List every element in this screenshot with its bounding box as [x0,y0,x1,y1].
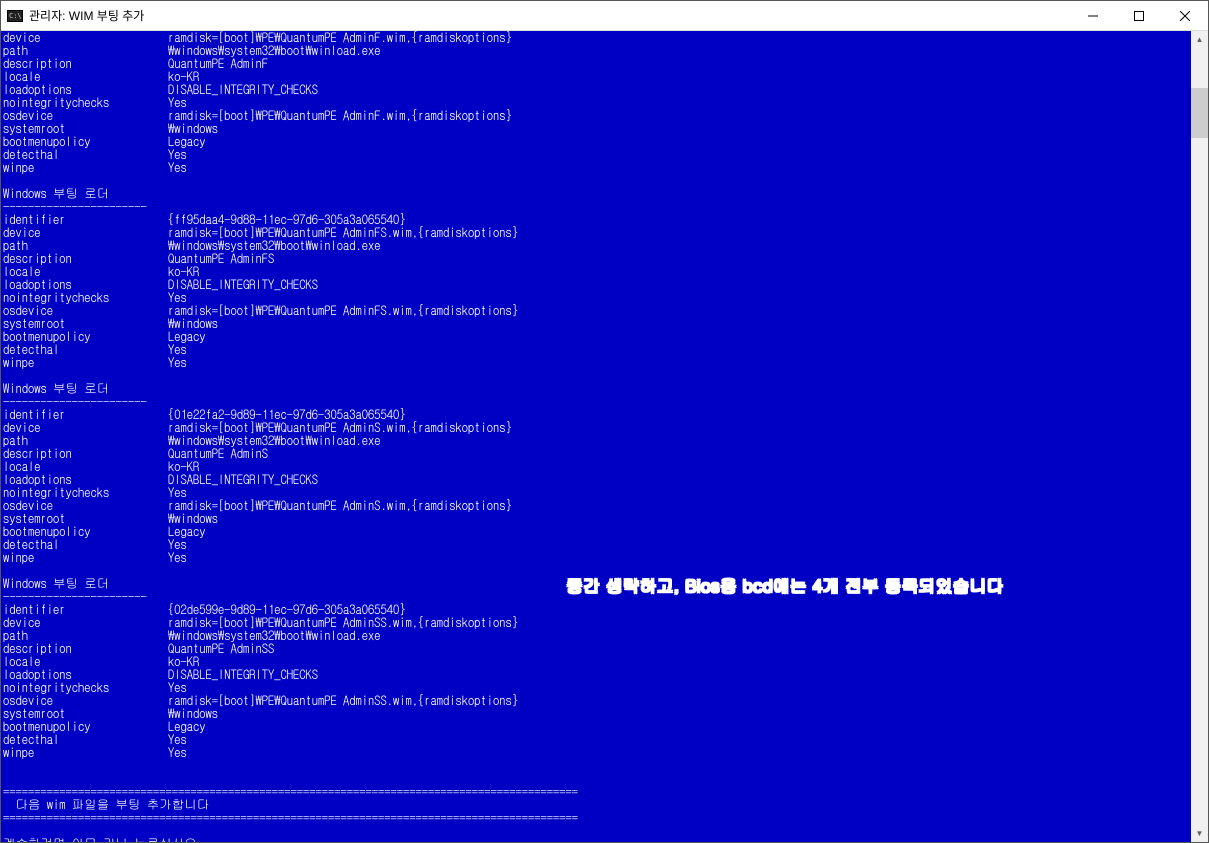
output-value: Yes [168,743,187,761]
console-area: deviceramdisk=[boot]\PE\QuantumPE AdminF… [1,31,1208,842]
footer-separator: ========================================… [3,811,1189,824]
output-line: winpeYes [3,746,1189,759]
output-key: winpe [3,161,168,174]
section-header: Windows 부팅 로더 [3,187,1189,200]
output-line: winpeYes [3,356,1189,369]
output-value: Yes [168,548,187,566]
minimize-button[interactable] [1070,1,1116,30]
minimize-icon [1088,11,1098,21]
output-value: Yes [168,353,187,371]
output-key: winpe [3,356,168,369]
cmd-icon: C:\ [7,8,23,24]
titlebar-buttons [1070,1,1208,30]
output-value: ramdisk=[boot]\PE\QuantumPE AdminFS.wim,… [168,301,518,319]
scroll-down-button[interactable]: ▼ [1191,825,1208,842]
continue-prompt: 계속하려면 아무 키나 누르십시오 . . . [3,837,1189,842]
scroll-up-button[interactable]: ▲ [1191,31,1208,48]
output-value: Yes [168,158,187,176]
maximize-button[interactable] [1116,1,1162,30]
close-button[interactable] [1162,1,1208,30]
output-value: ramdisk=[boot]\PE\QuantumPE AdminF.wim,{… [168,106,512,124]
annotation-overlay: 중간 생략하고, Bios용 bcd에는 4개 전부 등록되었습니다 [566,573,1004,597]
output-value: ramdisk=[boot]\PE\QuantumPE AdminS.wim,{… [168,496,512,514]
output-key: winpe [3,746,168,759]
console-output[interactable]: deviceramdisk=[boot]\PE\QuantumPE AdminF… [1,31,1191,842]
output-key: winpe [3,551,168,564]
window-title: 관리자: WIM 부팅 추가 [29,7,1070,24]
output-value: DISABLE_INTEGRITY_CHECKS [168,665,318,683]
output-line: winpeYes [3,161,1189,174]
maximize-icon [1134,11,1144,21]
titlebar[interactable]: C:\ 관리자: WIM 부팅 추가 [1,1,1208,31]
svg-text:C:\: C:\ [9,12,22,20]
vertical-scrollbar[interactable]: ▲ ▼ [1191,31,1208,842]
output-value: DISABLE_INTEGRITY_CHECKS [168,80,318,98]
output-value: ramdisk=[boot]\PE\QuantumPE AdminSS.wim,… [168,691,518,709]
section-header: Windows 부팅 로더 [3,382,1189,395]
window: C:\ 관리자: WIM 부팅 추가 deviceramdisk=[boot]\… [0,0,1209,843]
scroll-track[interactable] [1191,48,1208,825]
output-value: DISABLE_INTEGRITY_CHECKS [168,275,318,293]
output-line: winpeYes [3,551,1189,564]
close-icon [1180,11,1190,21]
output-value: DISABLE_INTEGRITY_CHECKS [168,470,318,488]
scroll-thumb[interactable] [1191,88,1208,138]
